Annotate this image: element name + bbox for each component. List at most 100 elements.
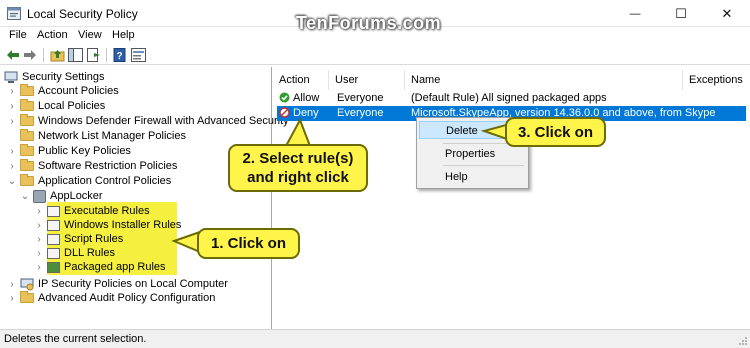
tree-label: Public Key Policies (38, 145, 131, 157)
folder-icon (20, 84, 34, 96)
tree-label: Account Policies (38, 85, 119, 97)
tree-label: Packaged app Rules (64, 261, 166, 273)
tree-label: Software Restriction Policies (38, 160, 178, 172)
console-tree-icon (67, 48, 83, 62)
script-rules-icon (47, 233, 60, 245)
tree-label: Windows Defender Firewall with Advanced … (38, 115, 289, 127)
title-bar: Local Security Policy TenForums.com — ☐ … (0, 0, 750, 33)
help-button[interactable]: ? (112, 47, 128, 63)
tree-label: AppLocker (50, 190, 103, 202)
up-folder-icon (50, 50, 64, 62)
folder-icon (20, 144, 34, 156)
tree-item-advanced-audit[interactable]: › Advanced Audit Policy Configuration (7, 291, 215, 305)
toolbar: ? (0, 45, 750, 65)
column-header-action[interactable]: Action (273, 70, 329, 90)
executable-rules-icon (47, 205, 60, 217)
menu-file[interactable]: File (9, 29, 27, 41)
callout-select-rules: 2. Select rule(s) and right click (228, 144, 368, 192)
column-header-user[interactable]: User (329, 70, 405, 90)
menu-bar: File Action View Help (0, 27, 750, 45)
chevron-right-icon[interactable]: › (7, 101, 17, 112)
export-list-button[interactable] (85, 47, 101, 63)
rule-user: Everyone (337, 92, 384, 104)
console-tree: Security Settings › Account Policies › Loc… (0, 67, 289, 329)
chevron-right-icon[interactable]: › (34, 248, 44, 259)
context-menu-help[interactable]: Help (419, 168, 526, 186)
show-hide-console-tree-button[interactable] (67, 47, 83, 63)
tree-label: Network List Manager Policies (38, 130, 186, 142)
toolbar-separator (106, 48, 107, 62)
tree-item-local-policies[interactable]: › Local Policies (7, 99, 105, 113)
column-header-name[interactable]: Name (405, 70, 683, 90)
tree-item-dll-rules[interactable]: › DLL Rules (34, 246, 115, 260)
resize-grip-icon[interactable] (738, 336, 748, 346)
chevron-right-icon[interactable]: › (7, 146, 17, 157)
properties-icon (130, 48, 146, 62)
deny-icon (279, 107, 290, 118)
status-text: Deletes the current selection. (4, 333, 147, 345)
folder-icon (20, 291, 34, 303)
tree-label: Executable Rules (64, 205, 150, 217)
tree-label: IP Security Policies on Local Computer (38, 278, 228, 290)
applocker-icon (33, 189, 46, 203)
tree-item-security-settings[interactable]: Security Settings (4, 70, 105, 84)
chevron-right-icon[interactable]: › (34, 206, 44, 217)
menu-help[interactable]: Help (112, 29, 135, 41)
tree-label: Windows Installer Rules (64, 219, 182, 231)
window-title: Local Security Policy (27, 7, 138, 21)
rule-action: Deny (293, 107, 319, 119)
tree-item-software-restriction[interactable]: › Software Restriction Policies (7, 159, 177, 173)
chevron-right-icon[interactable]: › (34, 262, 44, 273)
tree-item-firewall[interactable]: › Windows Defender Firewall with Advanced… (7, 114, 289, 128)
tree-label: Script Rules (64, 233, 124, 245)
table-row[interactable]: Allow Everyone (Default Rule) All signed… (277, 91, 746, 106)
maximize-icon: ☐ (675, 5, 687, 21)
close-icon: ✕ (721, 5, 733, 21)
chevron-right-icon[interactable]: › (7, 279, 17, 290)
callout-click-on-1: 1. Click on (197, 228, 300, 259)
maximize-button[interactable]: ☐ (658, 0, 704, 27)
status-bar: Deletes the current selection. (0, 329, 750, 348)
chevron-right-icon[interactable]: › (7, 293, 17, 304)
back-button[interactable] (5, 47, 21, 63)
chevron-down-icon[interactable]: ⌄ (7, 176, 17, 187)
context-menu-properties[interactable]: Properties (419, 145, 526, 163)
chevron-right-icon[interactable]: › (7, 86, 17, 97)
tree-item-executable-rules[interactable]: › Executable Rules (34, 204, 150, 218)
tree-item-packaged-app-rules[interactable]: › Packaged app Rules (34, 260, 166, 274)
chevron-right-icon[interactable]: › (7, 161, 17, 172)
tree-item-network-list-manager[interactable]: Network List Manager Policies (7, 129, 186, 143)
tree-item-applocker[interactable]: ⌄ AppLocker (20, 189, 103, 203)
menu-action[interactable]: Action (37, 29, 68, 41)
close-button[interactable]: ✕ (704, 0, 750, 27)
tree-item-application-control[interactable]: ⌄ Application Control Policies (7, 174, 171, 188)
tree-label: Advanced Audit Policy Configuration (38, 292, 216, 304)
properties-button[interactable] (130, 47, 146, 63)
toolbar-separator (43, 48, 44, 62)
column-header-exceptions[interactable]: Exceptions (683, 70, 750, 90)
chevron-right-icon[interactable]: › (34, 220, 44, 231)
tree-item-public-key-policies[interactable]: › Public Key Policies (7, 144, 131, 158)
chevron-right-icon[interactable]: › (34, 234, 44, 245)
tree-item-account-policies[interactable]: › Account Policies (7, 84, 119, 98)
up-one-level-button[interactable] (49, 47, 65, 63)
tree-label: Security Settings (22, 71, 105, 83)
menu-view[interactable]: View (78, 29, 102, 41)
local-security-policy-icon (7, 7, 21, 20)
tree-label: DLL Rules (64, 247, 115, 259)
rule-name: (Default Rule) All signed packaged apps (411, 92, 607, 104)
tree-item-script-rules[interactable]: › Script Rules (34, 232, 123, 246)
folder-icon (20, 159, 34, 171)
computer-security-icon (4, 71, 18, 83)
forward-button[interactable] (22, 47, 38, 63)
folder-icon (20, 129, 34, 141)
help-icon: ? (113, 48, 126, 62)
tree-item-windows-installer-rules[interactable]: › Windows Installer Rules (34, 218, 181, 232)
tree-item-ip-security[interactable]: › IP Security Policies on Local Computer (7, 277, 228, 291)
chevron-down-icon[interactable]: ⌄ (20, 191, 30, 202)
minimize-button[interactable]: — (612, 0, 658, 27)
export-list-icon (86, 48, 100, 62)
chevron-right-icon[interactable]: › (7, 116, 17, 127)
forward-icon (24, 50, 36, 60)
callout-click-on-3: 3. Click on (505, 117, 606, 147)
